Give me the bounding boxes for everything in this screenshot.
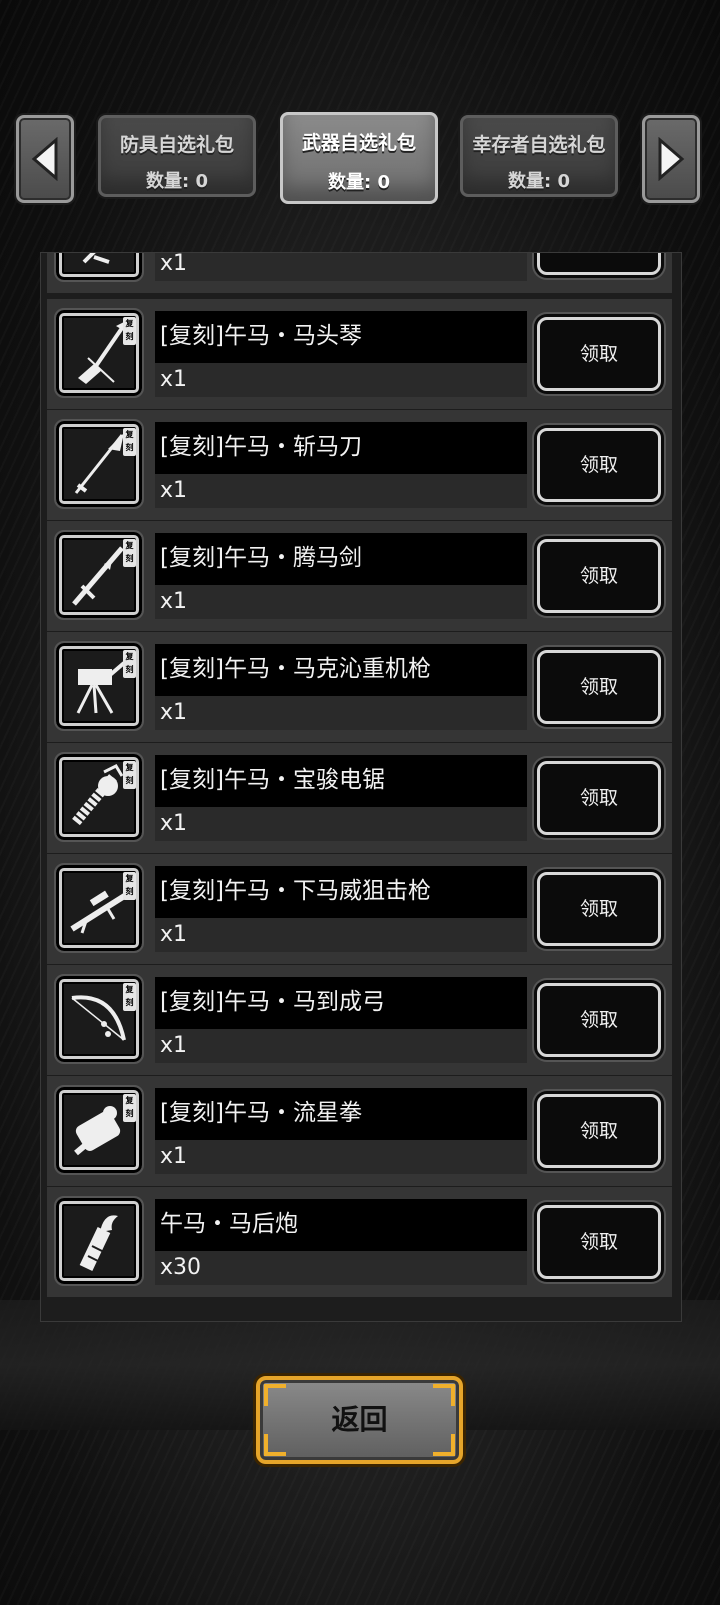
reissue-badge: 复刻 xyxy=(123,983,136,1011)
claim-button[interactable]: 领取 xyxy=(537,1205,661,1279)
item-quantity: x1 xyxy=(155,696,527,730)
ornament-corner xyxy=(433,1434,455,1456)
claim-button[interactable]: 领取 xyxy=(537,1094,661,1168)
claim-button[interactable]: 领取 xyxy=(537,761,661,835)
item-name: [复刻]午马・腾马剑 xyxy=(155,533,527,585)
tab-count: 数量: 0 xyxy=(146,171,208,192)
list-item: 复刻 [复刻]午马・腾马剑 x1 领取 xyxy=(47,521,672,631)
next-tab-button[interactable] xyxy=(642,115,700,203)
reissue-badge: 复刻 xyxy=(123,1094,136,1122)
item-name: [复刻]午马・流星拳 xyxy=(155,1088,527,1140)
item-name: [复刻]午马・斩马刀 xyxy=(155,422,527,474)
claim-button[interactable]: 领取 xyxy=(537,872,661,946)
claim-button[interactable]: 领取 xyxy=(537,539,661,613)
claim-button[interactable]: 领取 xyxy=(537,428,661,502)
arrow-right-icon xyxy=(658,137,685,181)
item-quantity: x1 xyxy=(155,585,527,619)
tab-weapon-pack[interactable]: 武器自选礼包 数量: 0 xyxy=(280,112,438,204)
reissue-badge: 复刻 xyxy=(123,317,136,345)
back-button-label: 返回 xyxy=(331,1403,388,1436)
list-item: 复刻 [复刻]午马・马克沁重机枪 x1 领取 xyxy=(47,632,672,742)
item-name: [复刻]午马・马到成弓 xyxy=(155,977,527,1029)
chainsaw-icon: 复刻 xyxy=(54,752,144,842)
claim-button[interactable]: 领取 xyxy=(537,650,661,724)
tab-count: 数量: 0 xyxy=(508,171,570,192)
list-item: 复刻 [复刻]午马・宝骏电锯 x1 领取 xyxy=(47,743,672,853)
item-quantity: x1 xyxy=(155,807,527,841)
ornament-corner xyxy=(264,1434,286,1456)
item-name: [复刻]午马・下马威狙击枪 xyxy=(155,866,527,918)
bow-icon: 复刻 xyxy=(54,974,144,1064)
list-item: 复刻 [复刻]午马・下马威狙击枪 x1 领取 xyxy=(47,854,672,964)
item-quantity: x30 xyxy=(155,1251,527,1285)
reissue-badge: 复刻 xyxy=(123,650,136,678)
partial-weapon-icon xyxy=(54,253,144,282)
item-quantity: x1 xyxy=(155,474,527,508)
item-name: 午马・马后炮 xyxy=(155,1199,527,1251)
item-quantity: x1 xyxy=(155,1029,527,1063)
claim-button[interactable]: 领取 xyxy=(537,253,661,275)
gift-pack-tab-bar: 防具自选礼包 数量: 0 武器自选礼包 数量: 0 幸存者自选礼包 数量: 0 xyxy=(0,112,720,212)
ornament-corner xyxy=(433,1384,455,1406)
claim-button[interactable]: 领取 xyxy=(537,317,661,391)
item-name: [复刻]午马・马克沁重机枪 xyxy=(155,644,527,696)
back-button[interactable]: 返回 xyxy=(256,1376,463,1464)
tab-label: 幸存者自选礼包 xyxy=(472,134,606,156)
item-quantity: x1 xyxy=(155,363,527,397)
reissue-badge: 复刻 xyxy=(123,872,136,900)
list-item: 午马・马后炮 x30 领取 xyxy=(47,1187,672,1297)
meteor-fist-icon: 复刻 xyxy=(54,1085,144,1175)
reissue-badge: 复刻 xyxy=(123,761,136,789)
list-item: 复刻 [复刻]午马・马头琴 x1 领取 xyxy=(47,299,672,409)
weapon-reward-list[interactable]: x1 领取 复刻 [复刻]午马・马头琴 x1 领取 复刻 [复刻]午马・斩 xyxy=(40,252,682,1322)
prev-tab-button[interactable] xyxy=(16,115,74,203)
item-name: [复刻]午马・宝骏电锯 xyxy=(155,755,527,807)
tab-label: 防具自选礼包 xyxy=(119,134,234,156)
item-quantity: x1 xyxy=(155,918,527,952)
list-item: 复刻 [复刻]午马・流星拳 x1 领取 xyxy=(47,1076,672,1186)
tab-survivor-pack[interactable]: 幸存者自选礼包 数量: 0 xyxy=(460,115,618,197)
reissue-badge: 复刻 xyxy=(123,428,136,456)
zhanma-blade-icon: 复刻 xyxy=(54,419,144,509)
tab-armor-pack[interactable]: 防具自选礼包 数量: 0 xyxy=(98,115,256,197)
horse-cannon-icon xyxy=(54,1196,144,1286)
item-quantity: x1 xyxy=(155,1140,527,1174)
reissue-badge: 复刻 xyxy=(123,539,136,567)
list-item: 复刻 [复刻]午马・斩马刀 x1 领取 xyxy=(47,410,672,520)
arrow-left-icon xyxy=(31,137,58,181)
list-item: x1 领取 xyxy=(47,253,672,293)
tab-count: 数量: 0 xyxy=(328,172,390,193)
item-quantity: x1 xyxy=(155,253,527,281)
sniper-rifle-icon: 复刻 xyxy=(54,863,144,953)
claim-button[interactable]: 领取 xyxy=(537,983,661,1057)
maxim-machine-gun-icon: 复刻 xyxy=(54,641,144,731)
horse-head-fiddle-icon: 复刻 xyxy=(54,308,144,398)
tab-label: 武器自选礼包 xyxy=(301,132,416,154)
item-name: [复刻]午马・马头琴 xyxy=(155,311,527,363)
tengma-sword-icon: 复刻 xyxy=(54,530,144,620)
list-item: 复刻 [复刻]午马・马到成弓 x1 领取 xyxy=(47,965,672,1075)
ornament-corner xyxy=(264,1384,286,1406)
